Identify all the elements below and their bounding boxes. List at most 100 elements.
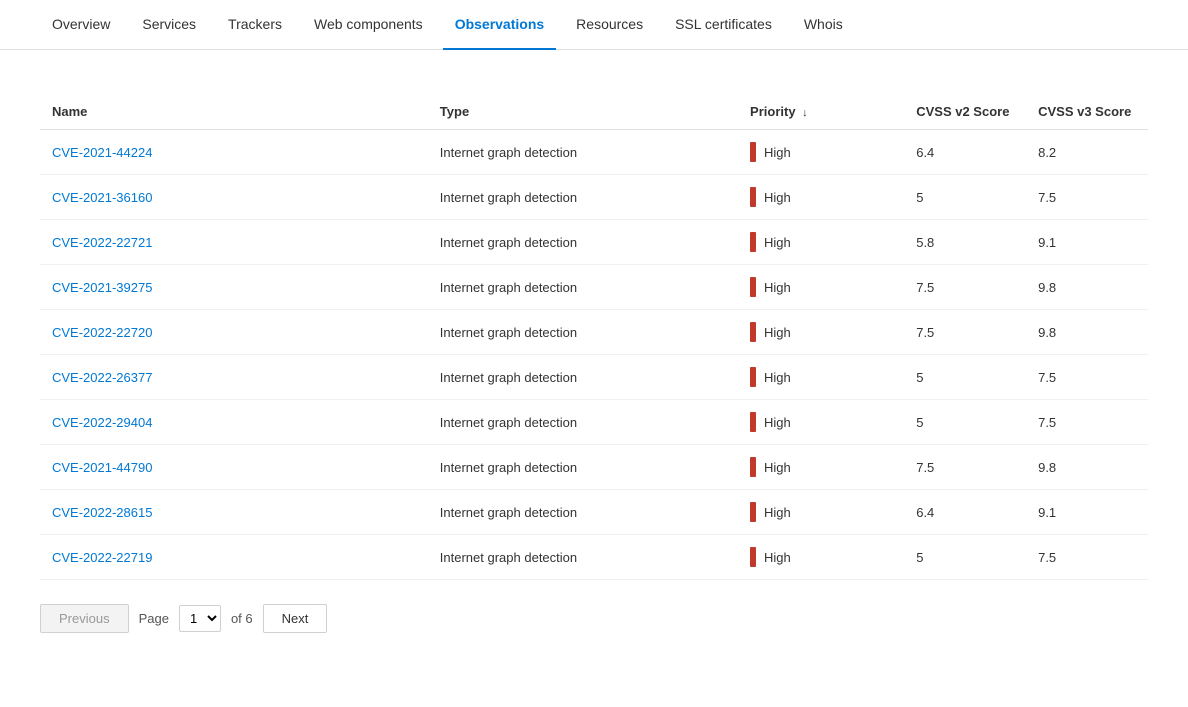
table-row: CVE-2021-36160 Internet graph detection Hi…	[40, 175, 1148, 220]
nav-item-web-components[interactable]: Web components	[302, 0, 435, 50]
nav-item-trackers[interactable]: Trackers	[216, 0, 294, 50]
cell-priority: High	[738, 400, 904, 445]
priority-label: High	[764, 280, 791, 295]
cell-priority: High	[738, 130, 904, 175]
cell-cve-name[interactable]: CVE-2021-44224	[40, 130, 428, 175]
nav-item-overview[interactable]: Overview	[40, 0, 122, 50]
cell-cve-name[interactable]: CVE-2022-29404	[40, 400, 428, 445]
col-name-header: Name	[40, 94, 428, 130]
col-type-header: Type	[428, 94, 738, 130]
nav-item-observations[interactable]: Observations	[443, 0, 556, 50]
cell-cvss2: 7.5	[904, 310, 1026, 355]
nav-item-resources[interactable]: Resources	[564, 0, 655, 50]
cell-cve-name[interactable]: CVE-2021-36160	[40, 175, 428, 220]
navigation-bar: OverviewServicesTrackersWeb componentsOb…	[0, 0, 1188, 50]
priority-label: High	[764, 145, 791, 160]
cell-cvss2: 5	[904, 400, 1026, 445]
table-row: CVE-2022-29404Internet graph detectionHi…	[40, 400, 1148, 445]
cell-cve-name[interactable]: CVE-2022-22720	[40, 310, 428, 355]
cell-priority: High	[738, 535, 904, 580]
observations-table: Name Type Priority ↓ CVSS v2 Score CVSS …	[40, 94, 1148, 580]
header-row: Name Type Priority ↓ CVSS v2 Score CVSS …	[40, 94, 1148, 130]
pagination-bar: Previous Page 123456 of 6 Next	[40, 604, 1148, 633]
priority-label: High	[764, 505, 791, 520]
page-select[interactable]: 123456	[179, 605, 221, 632]
cell-type: Internet graph detection	[428, 310, 738, 355]
cve-link[interactable]: CVE-2022-22720	[52, 325, 152, 340]
cell-cvss2: 5	[904, 175, 1026, 220]
cve-link[interactable]: CVE-2022-26377	[52, 370, 152, 385]
priority-label: High	[764, 190, 791, 205]
cell-cvss3: 7.5	[1026, 535, 1148, 580]
main-content: Name Type Priority ↓ CVSS v2 Score CVSS …	[0, 50, 1188, 657]
previous-button[interactable]: Previous	[40, 604, 129, 633]
of-pages-label: of 6	[231, 611, 253, 626]
sort-arrow-icon: ↓	[802, 107, 808, 119]
nav-item-whois[interactable]: Whois	[792, 0, 855, 50]
cell-cvss2: 6.4	[904, 490, 1026, 535]
cell-cvss3: 7.5	[1026, 175, 1148, 220]
cell-cve-name[interactable]: CVE-2022-28615	[40, 490, 428, 535]
table-row: CVE-2022-26377 Internet graph detection Hi…	[40, 355, 1148, 400]
cell-cve-name[interactable]: CVE-2021-44790	[40, 445, 428, 490]
priority-bar-icon	[750, 412, 756, 432]
cell-type: Internet graph detection	[428, 355, 738, 400]
cve-link[interactable]: CVE-2022-22721	[52, 235, 152, 250]
priority-label: High	[764, 415, 791, 430]
table-header: Name Type Priority ↓ CVSS v2 Score CVSS …	[40, 94, 1148, 130]
table-row: CVE-2022-22720 Internet graph detection Hi…	[40, 310, 1148, 355]
cell-priority: High	[738, 445, 904, 490]
priority-bar-icon	[750, 187, 756, 207]
cve-link[interactable]: CVE-2022-28615	[52, 505, 152, 520]
priority-bar-icon	[750, 322, 756, 342]
cell-type: Internet graph detection	[428, 265, 738, 310]
cell-cvss2: 7.5	[904, 265, 1026, 310]
priority-label: High	[764, 370, 791, 385]
nav-item-services[interactable]: Services	[130, 0, 208, 50]
table-row: CVE-2022-22719 Internet graph detection Hi…	[40, 535, 1148, 580]
table-row: CVE-2022-28615 Internet graph detection Hi…	[40, 490, 1148, 535]
cell-type: Internet graph detection	[428, 175, 738, 220]
cell-cvss2: 5	[904, 355, 1026, 400]
cell-cvss3: 9.8	[1026, 265, 1148, 310]
priority-label: High	[764, 460, 791, 475]
priority-label: High	[764, 235, 791, 250]
cell-cvss2: 5	[904, 535, 1026, 580]
table-row: CVE-2021-44224Internet graph detectionHi…	[40, 130, 1148, 175]
cve-link[interactable]: CVE-2022-22719	[52, 550, 152, 565]
cell-type: Internet graph detection	[428, 535, 738, 580]
priority-label: High	[764, 325, 791, 340]
priority-bar-icon	[750, 232, 756, 252]
cell-priority: High	[738, 220, 904, 265]
col-priority-header[interactable]: Priority ↓	[738, 94, 904, 130]
cve-link[interactable]: CVE-2021-44224	[52, 145, 152, 160]
cell-cvss3: 8.2	[1026, 130, 1148, 175]
table-row: CVE-2021-44790Internet graph detectionHi…	[40, 445, 1148, 490]
table-body: CVE-2021-44224 Internet graph detection Hi…	[40, 130, 1148, 580]
table-row: CVE-2022-22721Internet graph detectionHi…	[40, 220, 1148, 265]
cell-cvss2: 6.4	[904, 130, 1026, 175]
nav-item-ssl-certificates[interactable]: SSL certificates	[663, 0, 784, 50]
cell-cve-name[interactable]: CVE-2022-26377	[40, 355, 428, 400]
cell-priority: High	[738, 175, 904, 220]
priority-bar-icon	[750, 367, 756, 387]
cve-link[interactable]: CVE-2021-44790	[52, 460, 152, 475]
next-button[interactable]: Next	[263, 604, 328, 633]
cell-cve-name[interactable]: CVE-2021-39275	[40, 265, 428, 310]
page-label: Page	[139, 611, 169, 626]
cell-cve-name[interactable]: CVE-2022-22721	[40, 220, 428, 265]
table-row: CVE-2021-39275 Internet graph detection Hi…	[40, 265, 1148, 310]
cell-cvss2: 5.8	[904, 220, 1026, 265]
cell-type: Internet graph detection	[428, 490, 738, 535]
cell-cvss3: 7.5	[1026, 355, 1148, 400]
cve-link[interactable]: CVE-2021-36160	[52, 190, 152, 205]
priority-bar-icon	[750, 277, 756, 297]
cell-priority: High	[738, 355, 904, 400]
cell-cve-name[interactable]: CVE-2022-22719	[40, 535, 428, 580]
cell-cvss3: 9.8	[1026, 310, 1148, 355]
cell-cvss2: 7.5	[904, 445, 1026, 490]
cve-link[interactable]: CVE-2021-39275	[52, 280, 152, 295]
cve-link[interactable]: CVE-2022-29404	[52, 415, 152, 430]
cell-priority: High	[738, 490, 904, 535]
priority-label: High	[764, 550, 791, 565]
